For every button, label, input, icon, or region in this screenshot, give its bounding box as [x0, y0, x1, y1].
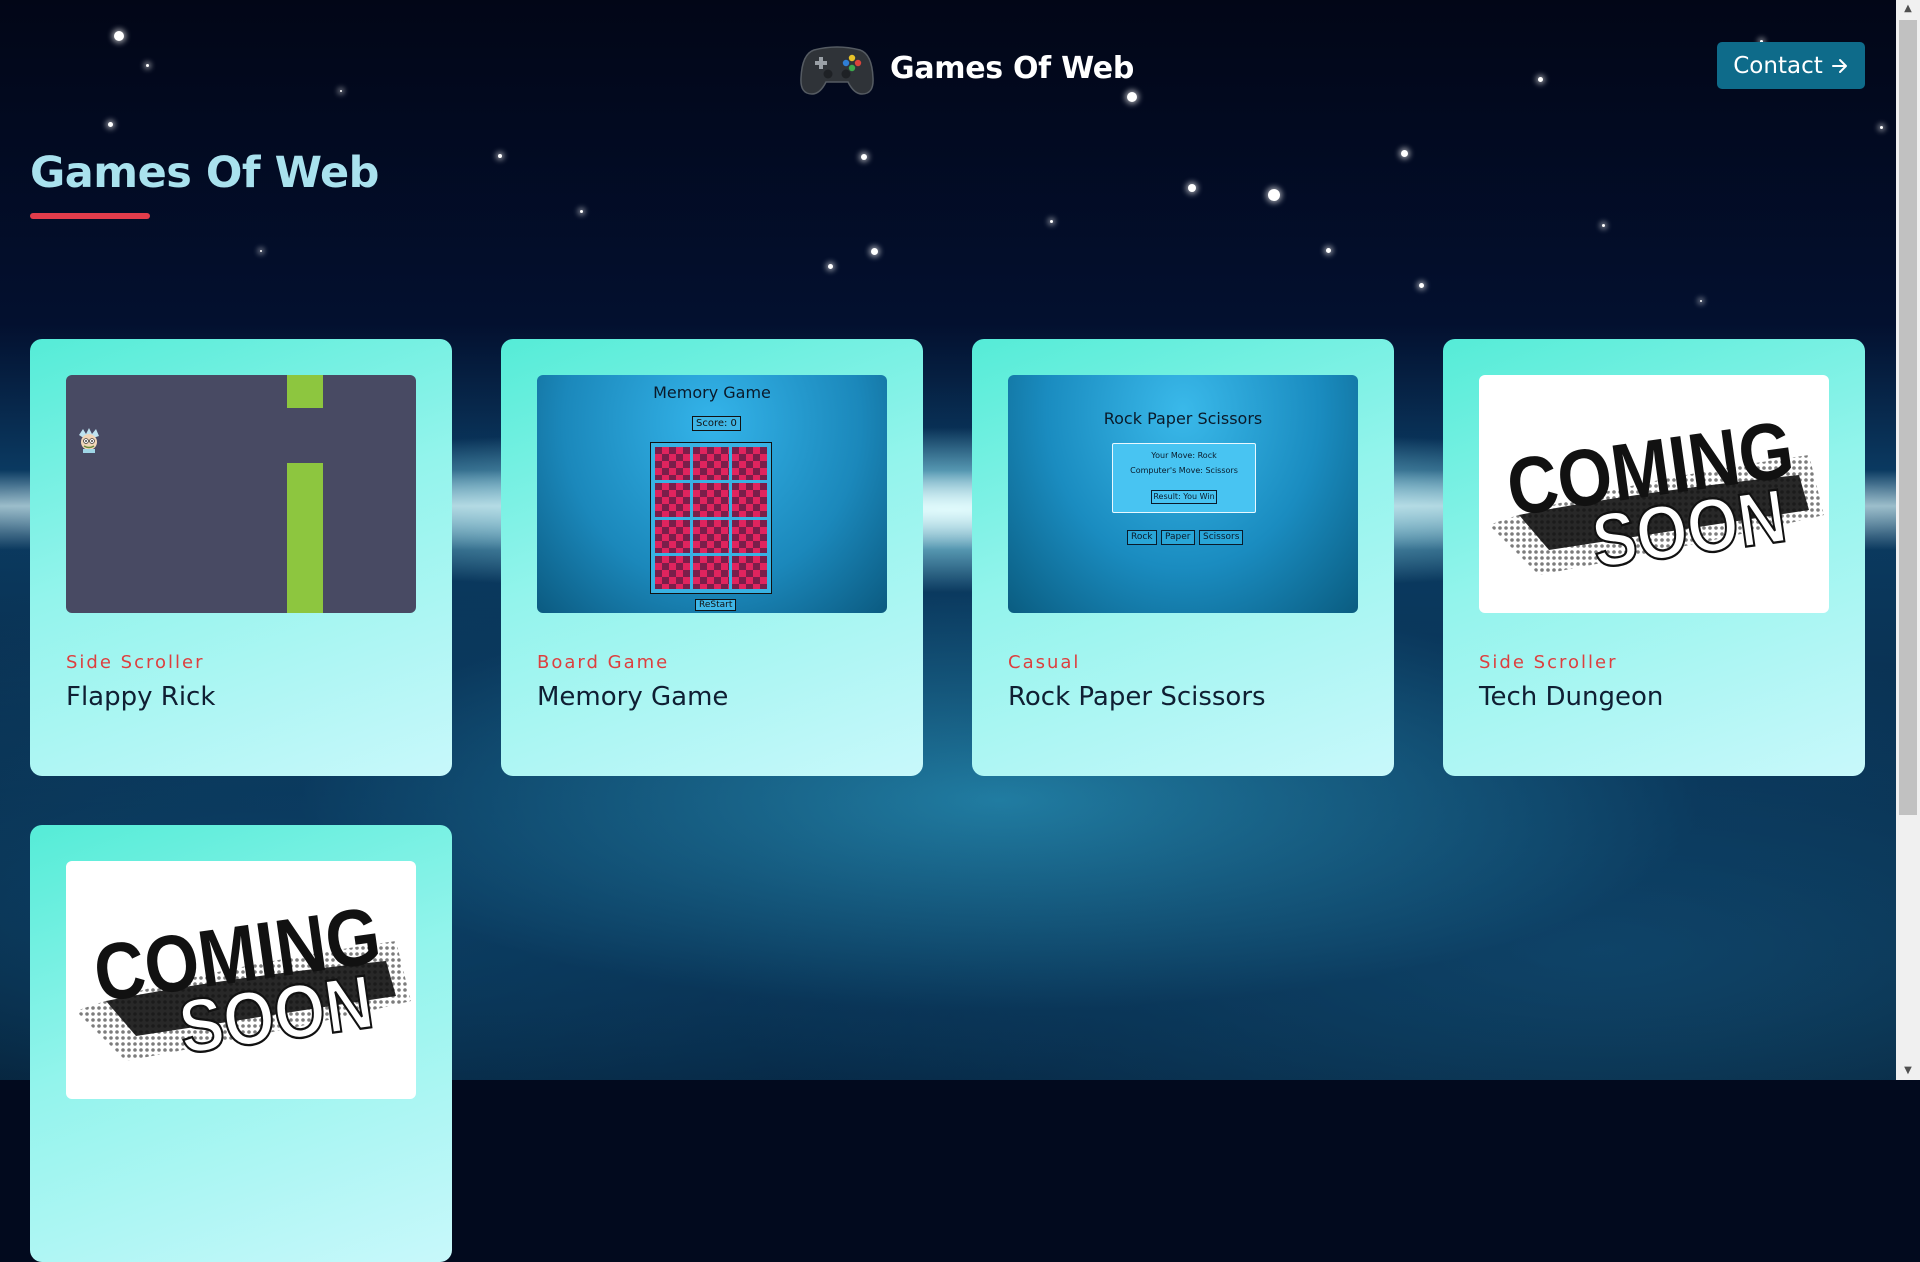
game-title: Flappy Rick [66, 682, 216, 712]
game-title: Rock Paper Scissors [1008, 682, 1266, 712]
star [828, 264, 833, 269]
memory-tile [655, 555, 691, 589]
memory-tile [731, 447, 767, 481]
star [1419, 283, 1424, 288]
star [146, 64, 149, 67]
game-category: Casual [1008, 652, 1081, 673]
game-card-rock-paper-scissors[interactable]: Rock Paper Scissors Your Move: Rock Comp… [972, 339, 1394, 776]
star [498, 154, 502, 158]
page-title: Games Of Web [30, 148, 379, 198]
memory-tile [693, 483, 729, 517]
memory-tile [731, 555, 767, 589]
memory-tile [731, 519, 767, 553]
coming-soon-image: COMING SOON [1479, 375, 1829, 613]
star [1050, 220, 1053, 223]
preview-restart: ReStart [695, 599, 737, 611]
game-card-coming-soon[interactable]: COMING SOON [30, 825, 452, 1262]
memory-tile-grid [650, 442, 772, 594]
star [1188, 184, 1196, 192]
star [871, 248, 878, 255]
preview-result-box: Your Move: Rock Computer's Move: Scissor… [1112, 443, 1256, 513]
game-category: Side Scroller [1479, 652, 1618, 673]
preview-computer-move: Computer's Move: Scissors [1130, 466, 1238, 475]
game-thumbnail: Rock Paper Scissors Your Move: Rock Comp… [1008, 375, 1358, 613]
preview-your-move: Your Move: Rock [1151, 451, 1217, 460]
game-title: Tech Dungeon [1479, 682, 1664, 712]
contact-label: Contact [1733, 52, 1823, 79]
star [114, 31, 124, 41]
star [1880, 126, 1883, 129]
star [1602, 224, 1605, 227]
star [1268, 189, 1280, 201]
star [861, 154, 867, 160]
preview-rock-button: Rock [1127, 530, 1157, 545]
memory-tile [655, 483, 691, 517]
scroll-up-arrow-icon[interactable]: ▲ [1896, 0, 1920, 18]
star [1326, 248, 1331, 253]
title-underline [30, 213, 150, 219]
game-card-flappy-rick[interactable]: Side Scroller Flappy Rick [30, 339, 452, 776]
arrow-right-icon [1831, 58, 1847, 73]
brand[interactable]: Games Of Web [800, 40, 1134, 96]
star [260, 250, 262, 252]
rick-character-icon [79, 428, 99, 453]
memory-tile [693, 447, 729, 481]
game-card-tech-dungeon[interactable]: COMING SOON Side Scroller Tech Dungeon [1443, 339, 1865, 776]
scroll-down-arrow-icon[interactable]: ▼ [1896, 1062, 1920, 1080]
game-title: Memory Game [537, 682, 729, 712]
coming-soon-graphic: COMING SOON [76, 890, 411, 1072]
memory-tile [731, 483, 767, 517]
game-category: Board Game [537, 652, 670, 673]
star [580, 210, 583, 213]
memory-tile [655, 519, 691, 553]
star [340, 90, 342, 92]
pipe-top [287, 375, 323, 408]
contact-button[interactable]: Contact [1717, 42, 1865, 89]
vertical-scrollbar[interactable]: ▲ ▼ [1896, 0, 1920, 1080]
star [1538, 77, 1543, 82]
game-category: Side Scroller [66, 652, 205, 673]
preview-title: Rock Paper Scissors [1103, 409, 1263, 428]
preview-title: Memory Game [653, 383, 771, 402]
memory-tile [693, 519, 729, 553]
brand-name: Games Of Web [890, 50, 1135, 86]
coming-soon-image: COMING SOON [66, 861, 416, 1099]
star [1700, 300, 1702, 302]
preview-score: Score: 0 [692, 416, 741, 431]
star [108, 122, 113, 127]
preview-scissors-button: Scissors [1199, 530, 1244, 545]
game-thumbnail: Memory Game Score: 0 ReStart [537, 375, 887, 613]
game-card-memory-game[interactable]: Memory Game Score: 0 ReStart Board Game … [501, 339, 923, 776]
scroll-thumb[interactable] [1899, 20, 1917, 815]
preview-result: Result: You Win [1151, 490, 1217, 504]
coming-soon-graphic: COMING SOON [1489, 404, 1824, 586]
pipe-bottom [287, 463, 323, 613]
gamepad-icon [800, 46, 874, 95]
preview-paper-button: Paper [1161, 530, 1195, 545]
game-thumbnail [66, 375, 416, 613]
star [1401, 150, 1408, 157]
memory-tile [655, 447, 691, 481]
memory-tile [693, 555, 729, 589]
